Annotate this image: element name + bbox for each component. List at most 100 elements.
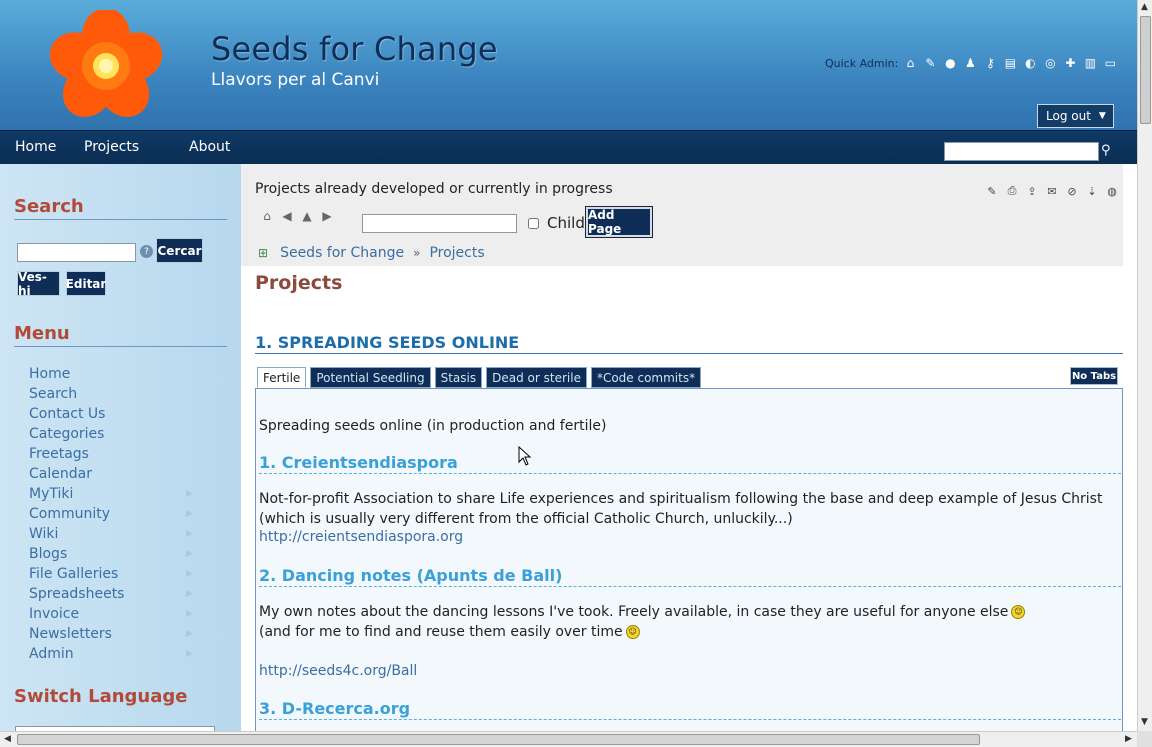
site-title[interactable]: Seeds for Change — [211, 30, 498, 68]
vertical-scrollbar[interactable]: ▲ ▼ — [1137, 0, 1152, 731]
up-icon[interactable]: ▲ — [297, 209, 317, 223]
cache-icon[interactable]: ◎ — [1042, 55, 1058, 71]
previous-icon[interactable]: ◀ — [277, 209, 297, 223]
menu-item-label: Search — [29, 386, 78, 402]
wrench-icon[interactable]: ✎ — [922, 55, 938, 71]
export-icon[interactable]: ⇪ — [1024, 183, 1040, 199]
menu-item-calendar[interactable]: Calendar — [29, 464, 199, 484]
project-description: (and for me to find and reuse them easil… — [259, 622, 1121, 642]
add-page-button[interactable]: Add Page — [585, 206, 653, 238]
project-heading[interactable]: 3. D-Recerca.org — [259, 699, 1121, 720]
help-icon[interactable]: ? — [140, 245, 153, 258]
sidebar-search-input[interactable] — [17, 243, 136, 262]
edit-page-icon[interactable]: ✎ — [984, 183, 1000, 199]
breadcrumb-home[interactable]: Seeds for Change — [280, 245, 404, 261]
tab-stasis[interactable]: Stasis — [434, 367, 483, 388]
menu-item-label: Admin — [29, 646, 74, 662]
scroll-up-icon[interactable]: ▲ — [1141, 2, 1148, 12]
scroll-left-icon[interactable]: ◀ — [4, 734, 11, 744]
scrollbar-corner — [1137, 731, 1152, 747]
menu-item-contact-us[interactable]: Contact Us — [29, 404, 199, 424]
scroll-right-icon[interactable]: ▶ — [1125, 734, 1132, 744]
project-description-line: (and for me to find and reuse them easil… — [259, 624, 623, 640]
window-icon[interactable]: ▭ — [1102, 55, 1118, 71]
refresh-icon[interactable]: ◐ — [1022, 55, 1038, 71]
menu-item-spreadsheets[interactable]: Spreadsheets ▶ — [29, 584, 199, 604]
unwatch-icon[interactable]: ⊘ — [1064, 183, 1080, 199]
project-link[interactable]: http://creientsendiaspora.org — [259, 529, 463, 545]
sitemap-icon: ⊞ — [258, 246, 269, 260]
nav-home[interactable]: Home — [15, 139, 56, 155]
tab-fertile[interactable]: Fertile — [257, 367, 307, 388]
search-button[interactable]: Cercar — [156, 238, 203, 263]
menu-item-label: Calendar — [29, 466, 92, 482]
menu-item-label: Newsletters — [29, 626, 112, 642]
page-toolbar: Projects already developed or currently … — [241, 164, 1123, 266]
menu-item-label: Wiki — [29, 526, 59, 542]
horizontal-scrollbar[interactable]: ◀ ▶ — [0, 731, 1137, 747]
menu-item-admin[interactable]: Admin ▶ — [29, 644, 199, 664]
menu-item-freetags[interactable]: Freetags — [29, 444, 199, 464]
chevron-down-icon: ▼ — [1098, 111, 1106, 121]
menu-item-blogs[interactable]: Blogs ▶ — [29, 544, 199, 564]
users-icon[interactable]: ♟ — [962, 55, 978, 71]
chevron-right-icon: ▶ — [186, 629, 193, 639]
chevron-right-icon: ▶ — [186, 649, 193, 659]
menu-list: Home Search Contact Us Categories Freetags Ca… — [29, 364, 199, 664]
nav-search-input[interactable] — [944, 142, 1099, 161]
breadcrumb-current[interactable]: Projects — [429, 245, 484, 261]
menu-item-community[interactable]: Community ▶ — [29, 504, 199, 524]
horizontal-scroll-thumb[interactable] — [17, 734, 980, 745]
project-heading[interactable]: 1. Creientsendiaspora — [259, 453, 1121, 474]
menu-item-search[interactable]: Search — [29, 384, 199, 404]
flower-logo[interactable] — [45, 10, 167, 122]
translate-icon[interactable]: ◍ — [1104, 183, 1120, 199]
language-heading: Switch Language — [14, 686, 188, 707]
tab-code-commits[interactable]: *Code commits* — [590, 367, 702, 388]
page-name-input[interactable] — [362, 214, 517, 233]
menu-item-label: File Galleries — [29, 566, 119, 582]
vertical-scroll-thumb[interactable] — [1140, 16, 1151, 124]
list-icon[interactable]: ▥ — [1082, 55, 1098, 71]
menu-item-wiki[interactable]: Wiki ▶ — [29, 524, 199, 544]
goto-button[interactable]: Ves-hi — [17, 270, 60, 298]
menu-item-mytiki[interactable]: MyTiki ▶ — [29, 484, 199, 504]
scroll-down-icon[interactable]: ▼ — [1141, 717, 1148, 727]
home-icon[interactable]: ⌂ — [257, 209, 277, 223]
project-heading[interactable]: 2. Dancing notes (Apunts de Ball) — [259, 566, 1121, 587]
top-nav: Home Projects About ⚲ — [0, 130, 1137, 164]
menu-item-invoice[interactable]: Invoice ▶ — [29, 604, 199, 624]
tab-dead-or-sterile[interactable]: Dead or sterile — [486, 367, 587, 388]
no-tabs-button[interactable]: No Tabs — [1070, 367, 1118, 385]
menu-heading: Menu — [14, 323, 227, 347]
search-icon[interactable]: ⚲ — [1101, 143, 1111, 158]
plugin-icon[interactable]: ✚ — [1062, 55, 1078, 71]
backlinks-icon[interactable]: ⇣ — [1084, 183, 1100, 199]
menu-item-newsletters[interactable]: Newsletters ▶ — [29, 624, 199, 644]
chevron-right-icon: ▶ — [186, 489, 193, 499]
next-icon[interactable]: ▶ — [317, 209, 337, 223]
menu-item-categories[interactable]: Categories — [29, 424, 199, 444]
child-checkbox[interactable] — [528, 218, 539, 229]
menu-item-label: Invoice — [29, 606, 80, 622]
menu-item-file-galleries[interactable]: File Galleries ▶ — [29, 564, 199, 584]
menu-item-label: Categories — [29, 426, 105, 442]
logout-button[interactable]: Log out ▼ — [1037, 104, 1114, 128]
modules-icon[interactable]: ▤ — [1002, 55, 1018, 71]
user-icon[interactable]: ● — [942, 55, 958, 71]
page-actions: ✎ ⎙ ⇪ ✉ ⊘ ⇣ ◍ — [984, 183, 1124, 199]
nav-projects[interactable]: Projects — [84, 139, 139, 155]
edit-button[interactable]: Editar — [66, 271, 106, 296]
quick-admin-label: Quick Admin: — [825, 56, 899, 70]
menu-item-home[interactable]: Home — [29, 364, 199, 384]
main-content: Projects already developed or currently … — [241, 164, 1137, 731]
email-icon[interactable]: ✉ — [1044, 183, 1060, 199]
sidebar: Search ? Cercar Ves-hi Editar Menu Home S… — [0, 164, 241, 731]
tab-potential-seedling[interactable]: Potential Seedling — [310, 367, 431, 388]
nav-about[interactable]: About — [189, 139, 230, 155]
page-title: Projects — [255, 272, 343, 294]
home-icon[interactable]: ⌂ — [902, 55, 918, 71]
key-icon[interactable]: ⚷ — [982, 55, 998, 71]
print-icon[interactable]: ⎙ — [1004, 183, 1020, 199]
project-link[interactable]: http://seeds4c.org/Ball — [259, 663, 417, 679]
